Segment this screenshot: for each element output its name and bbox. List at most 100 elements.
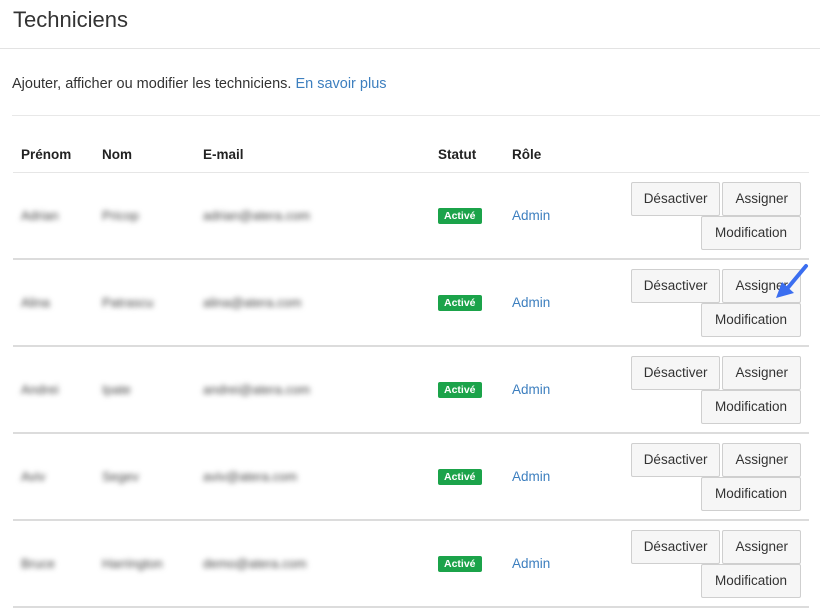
column-header-status: Statut — [430, 136, 504, 173]
row-actions: Désactiver Assigner Modification — [620, 442, 801, 511]
deactivate-button[interactable]: Désactiver — [630, 529, 721, 564]
cell-status: Activé — [430, 172, 504, 260]
page-header: Techniciens — [0, 0, 820, 49]
first-name-text: Bruce — [21, 556, 55, 571]
annotation-arrow-icon — [776, 264, 808, 298]
cell-status: Activé — [430, 259, 504, 347]
description-text: Ajouter, afficher ou modifier les techni… — [12, 76, 296, 92]
cell-role: Admin — [504, 433, 612, 521]
cell-first-name: Aviv — [13, 433, 94, 521]
cell-role: Admin — [504, 172, 612, 260]
cell-email: adrian@atera.com — [195, 172, 430, 260]
actions-top-row: Désactiver Assigner — [629, 529, 801, 564]
last-name-text: Patrascu — [102, 295, 154, 310]
cell-email: alina@atera.com — [195, 259, 430, 347]
cell-first-name: Adrian — [13, 172, 94, 260]
last-name-text: Pricop — [102, 208, 139, 223]
email-text: andrei@atera.com — [203, 382, 311, 397]
cell-last-name: Ipate — [94, 346, 195, 434]
actions-bottom-row: Modification — [699, 563, 801, 598]
table-row: Aviv Segev aviv@atera.com Activé Admin Désact… — [13, 433, 809, 521]
actions-bottom-row: Modification — [699, 302, 801, 337]
status-badge: Activé — [438, 207, 482, 225]
deactivate-button[interactable]: Désactiver — [630, 442, 721, 477]
last-name-text: Ipate — [102, 382, 131, 397]
status-badge: Activé — [438, 555, 482, 573]
first-name-text: Andrei — [21, 382, 59, 397]
email-text: adrian@atera.com — [203, 208, 311, 223]
edit-button[interactable]: Modification — [701, 476, 801, 511]
actions-top-row: Désactiver Assigner — [629, 355, 801, 390]
cell-email: andrei@atera.com — [195, 346, 430, 434]
actions-top-row: Désactiver Assigner — [629, 181, 801, 216]
cell-actions: Désactiver Assigner Modification — [612, 172, 809, 260]
actions-bottom-row: Modification — [699, 215, 801, 250]
deactivate-button[interactable]: Désactiver — [630, 181, 721, 216]
table-header-row: Prénom Nom E-mail Statut Rôle — [13, 136, 809, 173]
cell-first-name: Alina — [13, 259, 94, 347]
last-name-text: Segev — [102, 469, 139, 484]
deactivate-button[interactable]: Désactiver — [630, 268, 721, 303]
column-header-first-name: Prénom — [13, 136, 94, 173]
actions-bottom-row: Modification — [699, 389, 801, 424]
deactivate-button[interactable]: Désactiver — [630, 355, 721, 390]
status-badge: Activé — [438, 381, 482, 399]
email-text: aviv@atera.com — [203, 469, 298, 484]
first-name-text: Adrian — [21, 208, 59, 223]
email-text: alina@atera.com — [203, 295, 302, 310]
cell-first-name: Andrei — [13, 346, 94, 434]
cell-last-name: Harrington — [94, 520, 195, 608]
cell-first-name: Bruce — [13, 520, 94, 608]
assign-button[interactable]: Assigner — [722, 355, 801, 390]
row-actions: Désactiver Assigner Modification — [620, 355, 801, 424]
table-row: Bruce Harrington demo@atera.com Activé Admin… — [13, 520, 809, 608]
cell-status: Activé — [430, 346, 504, 434]
first-name-text: Aviv — [21, 469, 46, 484]
edit-button[interactable]: Modification — [701, 302, 801, 337]
divider — [12, 115, 820, 116]
edit-button[interactable]: Modification — [701, 389, 801, 424]
actions-bottom-row: Modification — [699, 476, 801, 511]
column-header-role: Rôle — [504, 136, 612, 173]
learn-more-link[interactable]: En savoir plus — [295, 76, 386, 92]
first-name-text: Alina — [21, 295, 50, 310]
technicians-table: Prénom Nom E-mail Statut Rôle Adrian Pric… — [13, 136, 809, 608]
annotation-arrow-shaft — [784, 264, 808, 292]
edit-button[interactable]: Modification — [701, 215, 801, 250]
status-badge: Activé — [438, 294, 482, 312]
role-link[interactable]: Admin — [512, 295, 550, 310]
actions-top-row: Désactiver Assigner — [629, 442, 801, 477]
row-actions: Désactiver Assigner Modification — [620, 181, 801, 250]
column-header-email: E-mail — [195, 136, 430, 173]
table-row: Andrei Ipate andrei@atera.com Activé Admin Dé… — [13, 346, 809, 434]
cell-role: Admin — [504, 520, 612, 608]
cell-last-name: Pricop — [94, 172, 195, 260]
status-badge: Activé — [438, 468, 482, 486]
assign-button[interactable]: Assigner — [722, 181, 801, 216]
cell-status: Activé — [430, 520, 504, 608]
table-row: Alina Patrascu alina@atera.com Activé Admin D… — [13, 259, 809, 347]
assign-button[interactable]: Assigner — [722, 442, 801, 477]
role-link[interactable]: Admin — [512, 469, 550, 484]
cell-last-name: Segev — [94, 433, 195, 521]
role-link[interactable]: Admin — [512, 382, 550, 397]
page-title: Techniciens — [13, 7, 128, 32]
role-link[interactable]: Admin — [512, 208, 550, 223]
table-row: Adrian Pricop adrian@atera.com Activé Admin D… — [13, 172, 809, 260]
row-actions: Désactiver Assigner Modification — [620, 529, 801, 598]
last-name-text: Harrington — [102, 556, 163, 571]
column-header-last-name: Nom — [94, 136, 195, 173]
email-text: demo@atera.com — [203, 556, 307, 571]
assign-button[interactable]: Assigner — [722, 529, 801, 564]
cell-last-name: Patrascu — [94, 259, 195, 347]
role-link[interactable]: Admin — [512, 556, 550, 571]
cell-actions: Désactiver Assigner Modification — [612, 346, 809, 434]
cell-role: Admin — [504, 346, 612, 434]
cell-role: Admin — [504, 259, 612, 347]
page-description: Ajouter, afficher ou modifier les techni… — [12, 76, 387, 92]
column-header-actions — [612, 136, 809, 173]
cell-actions: Désactiver Assigner Modification — [612, 433, 809, 521]
edit-button[interactable]: Modification — [701, 563, 801, 598]
cell-email: aviv@atera.com — [195, 433, 430, 521]
cell-email: demo@atera.com — [195, 520, 430, 608]
